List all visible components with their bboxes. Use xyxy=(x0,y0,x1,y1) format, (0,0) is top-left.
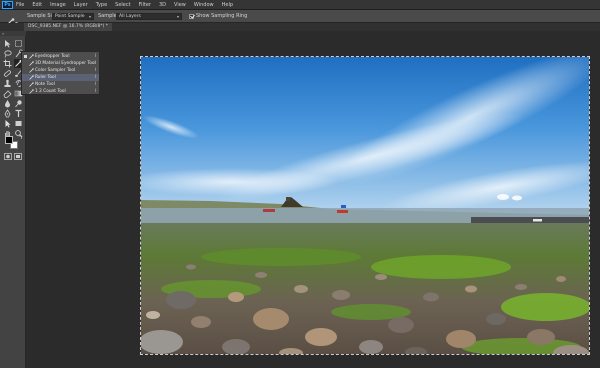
menu-filter[interactable]: Filter xyxy=(139,0,151,10)
quick-mask-button[interactable] xyxy=(4,153,12,160)
show-sampling-ring-label: Show Sampling Ring xyxy=(196,13,248,19)
pen-tool[interactable] xyxy=(3,109,12,118)
flyout-item-label: 1 2 Count Tool xyxy=(35,89,66,94)
document-canvas[interactable] xyxy=(140,56,590,355)
document-tab-bar: DSC_9385.NEF @ 16.7% (RGB/8*) * xyxy=(0,23,600,31)
foreground-color-swatch[interactable] xyxy=(5,136,13,144)
flyout-item-label: Color Sampler Tool xyxy=(35,68,76,73)
landscape-photo xyxy=(141,57,589,354)
flyout-item-ruler-tool[interactable]: Ruler Tool I xyxy=(22,74,99,81)
eraser-icon xyxy=(3,90,12,98)
flyout-item-shortcut: I xyxy=(94,68,96,73)
bandage-icon xyxy=(4,70,11,77)
shape-tool[interactable] xyxy=(14,119,23,128)
flyout-item-label: Eyedropper Tool xyxy=(35,54,70,59)
eyedropper-icon xyxy=(29,54,34,59)
type-tool[interactable] xyxy=(14,109,23,118)
menu-file[interactable]: File xyxy=(16,0,24,10)
eyedropper-tool-flyout: Eyedropper Tool I 3D Material Eyedropper T… xyxy=(21,51,100,95)
crop-icon xyxy=(3,59,12,68)
type-icon xyxy=(15,109,22,117)
document-tab[interactable]: DSC_9385.NEF @ 16.7% (RGB/8*) * xyxy=(24,23,113,31)
marquee-tool[interactable] xyxy=(14,39,23,48)
menu-bar: Ps File Edit Image Layer Type Select Filter 3D V… xyxy=(0,0,600,10)
flyout-item-3d-material-eyedropper-tool[interactable]: 3D Material Eyedropper Tool I xyxy=(22,60,99,67)
dodge-icon xyxy=(15,100,22,108)
blur-drop-icon xyxy=(5,100,10,108)
menu-help[interactable]: Help xyxy=(222,0,233,10)
count-icon xyxy=(29,89,34,94)
menu-image[interactable]: Image xyxy=(50,0,66,10)
3d-eyedropper-icon xyxy=(29,61,34,66)
flyout-item-shortcut: I xyxy=(94,82,96,87)
dodge-tool[interactable] xyxy=(14,99,23,108)
clone-stamp-tool[interactable] xyxy=(3,79,12,88)
flyout-item-label: 3D Material Eyedropper Tool xyxy=(35,61,96,66)
chevron-down-icon: ▾ xyxy=(88,14,91,19)
menu-edit[interactable]: Edit xyxy=(32,0,42,10)
flyout-item-label: Ruler Tool xyxy=(35,75,56,80)
sample-select[interactable]: All Layers ▾ xyxy=(116,13,182,20)
eraser-tool[interactable] xyxy=(3,89,12,98)
flyout-item-shortcut: I xyxy=(94,54,96,59)
marquee-icon xyxy=(15,40,22,47)
flyout-item-1-2-count-tool[interactable]: 1 2 Count Tool I xyxy=(22,88,99,95)
menu-select[interactable]: Select xyxy=(115,0,130,10)
crop-tool[interactable] xyxy=(3,59,12,68)
flyout-item-shortcut: I xyxy=(94,75,96,80)
options-bar: Sample Size: Point Sample ▾ Sample: All … xyxy=(0,10,600,26)
screen-mode-icon xyxy=(14,153,22,160)
rectangle-icon xyxy=(15,121,22,126)
move-icon xyxy=(5,40,11,48)
active-tool-indicator xyxy=(24,55,27,58)
chevron-down-icon: ▾ xyxy=(176,14,179,19)
swap-arrows-icon xyxy=(18,135,22,139)
spot-healing-tool[interactable] xyxy=(3,69,12,78)
note-icon xyxy=(29,82,34,87)
ruler-icon xyxy=(29,75,34,80)
path-selection-icon xyxy=(5,120,11,128)
flyout-item-color-sampler-tool[interactable]: Color Sampler Tool I xyxy=(22,67,99,74)
sample-value: All Layers xyxy=(119,14,141,19)
flyout-item-label: Note Tool xyxy=(35,82,55,87)
menu-items: File Edit Image Layer Type Select Filter 3D View… xyxy=(16,0,241,10)
flyout-item-shortcut: I xyxy=(94,89,96,94)
menu-view[interactable]: View xyxy=(174,0,186,10)
menu-layer[interactable]: Layer xyxy=(74,0,88,10)
sample-size-value: Point Sample xyxy=(55,14,85,19)
stamp-icon xyxy=(4,79,11,87)
color-sampler-icon xyxy=(29,68,34,73)
photoshop-logo: Ps xyxy=(2,1,13,9)
lasso-icon xyxy=(4,50,12,58)
sample-size-select[interactable]: Point Sample ▾ xyxy=(52,13,94,20)
swap-colors-button[interactable] xyxy=(18,135,23,140)
screen-mode-button[interactable] xyxy=(14,153,22,160)
menu-type[interactable]: Type xyxy=(96,0,107,10)
menu-3d[interactable]: 3D xyxy=(159,0,166,10)
blur-tool[interactable] xyxy=(3,99,12,108)
path-selection-tool[interactable] xyxy=(3,119,12,128)
tool-preset-picker[interactable] xyxy=(4,12,19,26)
quick-mask-icon xyxy=(4,153,12,160)
flyout-item-eyedropper-tool[interactable]: Eyedropper Tool I xyxy=(22,53,99,60)
lasso-tool[interactable] xyxy=(3,49,12,58)
show-sampling-ring-checkbox[interactable] xyxy=(189,14,194,19)
pen-icon xyxy=(4,109,11,118)
move-tool[interactable] xyxy=(3,39,12,48)
flyout-item-shortcut: I xyxy=(94,61,96,66)
flyout-item-note-tool[interactable]: Note Tool I xyxy=(22,81,99,88)
menu-window[interactable]: Window xyxy=(194,0,214,10)
